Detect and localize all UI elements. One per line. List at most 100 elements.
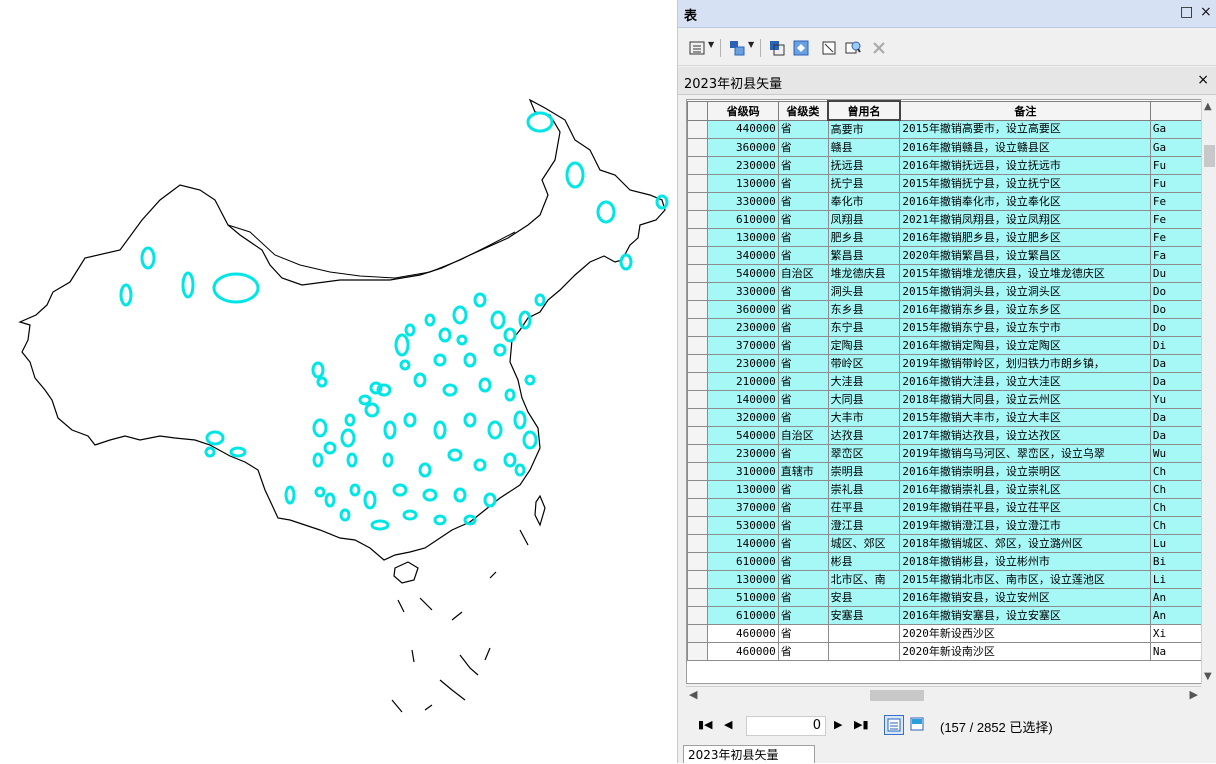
bottom-table-tab[interactable]: 2023年初县矢量 [683, 745, 815, 763]
cell-type[interactable]: 自治区 [777, 264, 829, 283]
cell-type[interactable]: 省 [777, 480, 829, 499]
cell-extra[interactable]: Do [1149, 318, 1207, 337]
cell-former-name[interactable]: 奉化市 [827, 192, 901, 211]
cell-former-name[interactable] [827, 642, 901, 661]
show-selected-records-icon[interactable] [908, 715, 928, 735]
cell-type[interactable]: 省 [777, 516, 829, 535]
cell-note[interactable]: 2015年撤销东宁县，设立东宁市 [899, 318, 1151, 337]
cell-note[interactable]: 2015年撤销堆龙德庆县，设立堆龙德庆区 [899, 264, 1151, 283]
scroll-right-icon[interactable]: ▶ [1190, 688, 1198, 701]
cell-type[interactable]: 省 [777, 408, 829, 427]
cell-extra[interactable]: An [1149, 588, 1207, 607]
horizontal-scroll-thumb[interactable] [870, 690, 924, 701]
row-selector[interactable] [687, 354, 709, 373]
table-row[interactable]: 460000 省 2020年新设南沙区 Na [687, 642, 1207, 661]
cell-former-name[interactable]: 澄江县 [827, 516, 901, 535]
switch-selection-icon[interactable] [790, 37, 812, 59]
column-header-note[interactable]: 备注 [899, 100, 1151, 121]
previous-record-icon[interactable]: ◀ [724, 718, 732, 731]
cell-type[interactable]: 省 [777, 174, 829, 193]
cell-former-name[interactable]: 抚宁县 [827, 174, 901, 193]
cell-type[interactable]: 省 [777, 570, 829, 589]
cell-extra[interactable]: Xi [1149, 624, 1207, 643]
cell-note[interactable]: 2016年撤销安塞县，设立安塞区 [899, 606, 1151, 625]
cell-code[interactable]: 140000 [707, 534, 779, 553]
cell-note[interactable]: 2018年撤销彬县，设立彬州市 [899, 552, 1151, 571]
cell-code[interactable]: 610000 [707, 606, 779, 625]
cell-code[interactable]: 360000 [707, 300, 779, 319]
cell-code[interactable]: 330000 [707, 282, 779, 301]
row-selector[interactable] [687, 624, 709, 643]
zoom-to-selected-icon[interactable] [842, 37, 864, 59]
cell-note[interactable]: 2015年撤销高要市，设立高要区 [899, 119, 1151, 139]
cell-type[interactable]: 省 [777, 119, 829, 139]
cell-note[interactable]: 2015年撤销北市区、南市区，设立莲池区 [899, 570, 1151, 589]
cell-former-name[interactable]: 高要市 [827, 119, 901, 139]
cell-type[interactable]: 省 [777, 498, 829, 517]
table-row[interactable]: 140000 省大同县 2018年撤销大同县，设立云州区 Yu [687, 390, 1207, 409]
cell-former-name[interactable]: 堆龙德庆县 [827, 264, 901, 283]
cell-former-name[interactable]: 茌平县 [827, 498, 901, 517]
cell-extra[interactable]: Du [1149, 264, 1207, 283]
cell-former-name[interactable]: 彬县 [827, 552, 901, 571]
cell-note[interactable]: 2021年撤销凤翔县，设立凤翔区 [899, 210, 1151, 229]
cell-code[interactable]: 210000 [707, 372, 779, 391]
cell-extra[interactable]: Li [1149, 570, 1207, 589]
row-selector[interactable] [687, 552, 709, 571]
cell-type[interactable]: 省 [777, 336, 829, 355]
cell-type[interactable]: 省 [777, 228, 829, 247]
cell-extra[interactable]: Yu [1149, 390, 1207, 409]
scroll-down-icon[interactable]: ▼ [1204, 671, 1212, 682]
cell-note[interactable]: 2020年新设南沙区 [899, 642, 1151, 661]
column-header-code[interactable]: 省级码 [707, 100, 779, 121]
row-selector[interactable] [687, 498, 709, 517]
cell-extra[interactable]: Fe [1149, 192, 1207, 211]
table-options-icon[interactable] [686, 37, 708, 59]
table-row[interactable]: 130000 省抚宁县 2015年撤销抚宁县，设立抚宁区 Fu [687, 174, 1207, 193]
cell-extra[interactable]: Ch [1149, 480, 1207, 499]
cell-note[interactable]: 2015年撤销抚宁县，设立抚宁区 [899, 174, 1151, 193]
cell-type[interactable]: 省 [777, 606, 829, 625]
table-row[interactable]: 540000 自治区 达孜县 2017年撤销达孜县，设立达孜区 Da [687, 426, 1207, 445]
cell-extra[interactable]: Fe [1149, 210, 1207, 229]
table-row[interactable]: 610000 省凤翔县 2021年撤销凤翔县，设立凤翔区 Fe [687, 210, 1207, 229]
cell-note[interactable]: 2020年新设西沙区 [899, 624, 1151, 643]
cell-former-name[interactable]: 凤翔县 [827, 210, 901, 229]
cell-extra[interactable]: Ga [1149, 138, 1207, 157]
cell-extra[interactable]: Da [1149, 354, 1207, 373]
cell-former-name[interactable]: 翠峦区 [827, 444, 901, 463]
cell-former-name[interactable]: 北市区、南 [827, 570, 901, 589]
cell-extra[interactable]: Fu [1149, 174, 1207, 193]
table-row[interactable]: 230000 省翠峦区 2019年撤销乌马河区、翠峦区，设立乌翠 Wu [687, 444, 1207, 463]
attribute-grid[interactable]: 省级码 省级类 曾用名 备注 440000 省高要市 2015年撤销高要市，设立高要… [686, 99, 1208, 684]
cell-extra[interactable]: Da [1149, 408, 1207, 427]
table-row[interactable]: 440000 省高要市 2015年撤销高要市，设立高要区 Ga [687, 119, 1207, 139]
table-row[interactable]: 360000 省赣县 2016年撤销赣县，设立赣县区 Ga [687, 138, 1207, 157]
cell-extra[interactable]: Da [1149, 372, 1207, 391]
cell-extra[interactable]: Fa [1149, 246, 1207, 265]
cell-type[interactable]: 省 [777, 552, 829, 571]
cell-type[interactable]: 自治区 [777, 426, 829, 445]
row-selector[interactable] [687, 156, 709, 175]
cell-former-name[interactable]: 大洼县 [827, 372, 901, 391]
cell-former-name[interactable]: 带岭区 [827, 354, 901, 373]
cell-code[interactable]: 130000 [707, 174, 779, 193]
cell-former-name[interactable]: 洞头县 [827, 282, 901, 301]
cell-code[interactable]: 130000 [707, 570, 779, 589]
chevron-down-icon[interactable]: ▼ [748, 40, 754, 49]
cell-former-name[interactable]: 崇明县 [827, 462, 901, 481]
last-record-icon[interactable]: ▶▮ [854, 718, 869, 731]
row-selector[interactable] [687, 570, 709, 589]
cell-type[interactable]: 省 [777, 372, 829, 391]
cell-former-name[interactable]: 肥乡县 [827, 228, 901, 247]
table-row[interactable]: 460000 省 2020年新设西沙区 Xi [687, 624, 1207, 643]
row-selector[interactable] [687, 318, 709, 337]
cell-note[interactable]: 2016年撤销大洼县，设立大洼区 [899, 372, 1151, 391]
cell-code[interactable]: 510000 [707, 588, 779, 607]
table-row[interactable]: 130000 省崇礼县 2016年撤销崇礼县，设立崇礼区 Ch [687, 480, 1207, 499]
cell-former-name[interactable]: 大同县 [827, 390, 901, 409]
cell-type[interactable]: 省 [777, 246, 829, 265]
row-selector[interactable] [687, 426, 709, 445]
cell-code[interactable]: 310000 [707, 462, 779, 481]
cell-note[interactable]: 2019年撤销带岭区，划归铁力市朗乡镇， [899, 354, 1151, 373]
